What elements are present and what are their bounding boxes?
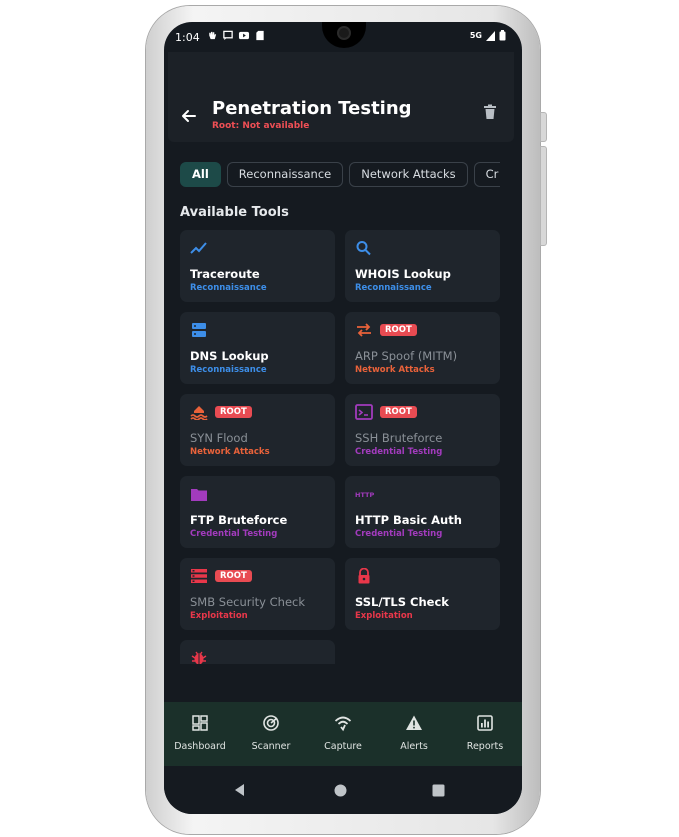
chip-all[interactable]: All: [180, 162, 221, 187]
tool-card-partial[interactable]: [180, 640, 335, 664]
flood-icon: [190, 406, 208, 420]
search-icon: [356, 241, 371, 256]
root-badge: ROOT: [215, 570, 252, 582]
arrow-left-icon[interactable]: [180, 107, 198, 125]
tool-name: HTTP Basic Auth: [355, 513, 462, 527]
notification-icons: [206, 30, 266, 41]
tool-category: Exploitation: [355, 611, 413, 621]
nav-label: Reports: [466, 741, 504, 752]
tools-grid: Traceroute Reconnaissance WHOIS Lookup R…: [180, 230, 500, 664]
tool-card-syn-flood[interactable]: ROOT SYN Flood Network Attacks: [180, 394, 335, 466]
tool-card-dns-lookup[interactable]: DNS Lookup Reconnaissance: [180, 312, 335, 384]
folder-icon: [191, 489, 207, 501]
tool-name: SSH Bruteforce: [355, 431, 443, 445]
status-time: 1:04: [175, 31, 200, 44]
system-home-icon[interactable]: [334, 784, 347, 797]
tool-category: Reconnaissance: [355, 283, 432, 293]
tool-card-ftp-bruteforce[interactable]: FTP Bruteforce Credential Testing: [180, 476, 335, 548]
dashboard-icon: [192, 715, 208, 731]
storage-list-icon: [191, 569, 207, 583]
chip-reconnaissance[interactable]: Reconnaissance: [226, 162, 344, 187]
root-badge: ROOT: [380, 324, 417, 336]
filter-chips: All Reconnaissance Network Attacks Cr: [180, 162, 500, 188]
page-title: Penetration Testing: [212, 98, 412, 119]
chip-network-attacks[interactable]: Network Attacks: [349, 162, 468, 187]
phone-side-button: [540, 112, 547, 142]
report-chart-icon: [477, 715, 493, 731]
tool-category: Credential Testing: [355, 529, 443, 539]
tool-category: Reconnaissance: [190, 365, 267, 375]
tool-name: SMB Security Check: [190, 595, 306, 609]
tool-card-whois-lookup[interactable]: WHOIS Lookup Reconnaissance: [345, 230, 500, 302]
wifi-capture-icon: [334, 716, 352, 732]
bottom-navigation: Dashboard Scanner Capture Alerts Reports: [164, 702, 522, 766]
root-status: Root: Not available: [212, 121, 310, 131]
sd-card-icon: [256, 30, 264, 41]
tool-category: Exploitation: [190, 611, 248, 621]
signal-icon: [486, 30, 495, 41]
tool-card-arp-spoof[interactable]: ROOT ARP Spoof (MITM) Network Attacks: [345, 312, 500, 384]
tool-category: Reconnaissance: [190, 283, 267, 293]
tool-name: SYN Flood: [190, 431, 248, 445]
chip-credential-testing[interactable]: Cr: [473, 162, 500, 187]
tool-category: Network Attacks: [190, 447, 270, 457]
battery-icon: [499, 30, 506, 41]
tool-category: Network Attacks: [355, 365, 435, 375]
status-indicators: 5G: [470, 30, 506, 41]
terminal-icon: [355, 404, 373, 420]
tool-card-ssh-bruteforce[interactable]: ROOT SSH Bruteforce Credential Testing: [345, 394, 500, 466]
warning-icon: [406, 715, 422, 730]
trending-line-icon: [190, 242, 207, 254]
system-recents-icon[interactable]: [432, 784, 445, 797]
dns-server-icon: [192, 323, 206, 337]
tool-category: Credential Testing: [190, 529, 278, 539]
system-navigation: [164, 766, 522, 814]
http-icon: HTTP: [355, 491, 375, 499]
front-camera: [337, 26, 351, 40]
tool-category: Credential Testing: [355, 447, 443, 457]
youtube-icon: [238, 31, 250, 40]
system-back-icon[interactable]: [233, 783, 247, 797]
tool-name: DNS Lookup: [190, 349, 269, 363]
nav-capture[interactable]: Capture: [307, 702, 379, 766]
nav-label: Capture: [324, 741, 362, 752]
root-badge: ROOT: [215, 406, 252, 418]
phone-volume-button: [540, 146, 547, 246]
tool-card-traceroute[interactable]: Traceroute Reconnaissance: [180, 230, 335, 302]
tool-card-smb-security-check[interactable]: ROOT SMB Security Check Exploitation: [180, 558, 335, 630]
nav-label: Scanner: [251, 741, 291, 752]
trash-icon[interactable]: [483, 104, 497, 120]
tool-name: WHOIS Lookup: [355, 267, 451, 281]
nav-label: Dashboard: [174, 741, 226, 752]
lock-icon: [358, 568, 370, 584]
tool-name: ARP Spoof (MITM): [355, 349, 458, 363]
root-badge: ROOT: [380, 406, 417, 418]
nav-alerts[interactable]: Alerts: [378, 702, 450, 766]
section-title: Available Tools: [180, 205, 289, 220]
tool-name: SSL/TLS Check: [355, 595, 449, 609]
screen: 1:04 5G Penetration Testing Root: Not av…: [164, 22, 522, 814]
radar-icon: [263, 715, 279, 731]
message-icon: [223, 30, 233, 41]
nav-reports[interactable]: Reports: [449, 702, 521, 766]
nav-dashboard[interactable]: Dashboard: [164, 702, 236, 766]
bug-icon: [191, 651, 207, 664]
network-type: 5G: [469, 31, 482, 40]
tool-card-ssl-tls-check[interactable]: SSL/TLS Check Exploitation: [345, 558, 500, 630]
tool-card-http-basic-auth[interactable]: HTTP HTTP Basic Auth Credential Testing: [345, 476, 500, 548]
swap-arrows-icon: [357, 323, 371, 337]
nav-scanner[interactable]: Scanner: [235, 702, 307, 766]
tool-name: FTP Bruteforce: [190, 513, 288, 527]
hand-icon: [209, 31, 217, 40]
nav-label: Alerts: [400, 741, 428, 752]
tool-name: Traceroute: [190, 267, 260, 281]
